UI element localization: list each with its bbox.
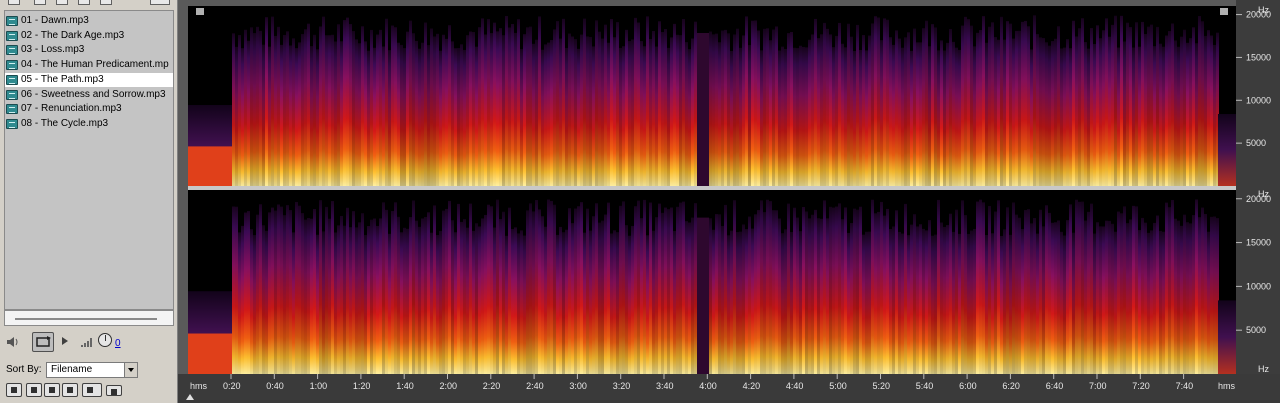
freq-tick-label: 10000	[1246, 281, 1271, 291]
time-tick-label: 3:20	[613, 381, 631, 391]
spectrogram-view[interactable]: Hz 20000 15000 10000 5000 Hz 20000 15000 10000 5…	[178, 0, 1280, 403]
list-item[interactable]: 08 - The Cycle.mp3	[5, 117, 173, 131]
freq-tick-label: 5000	[1246, 138, 1266, 148]
freq-tick-label: 10000	[1246, 95, 1271, 105]
list-scrollbar[interactable]	[4, 310, 174, 326]
audio-file-icon	[6, 60, 18, 71]
time-tick-label: 0:20	[223, 381, 241, 391]
time-tick-label: 6:20	[1002, 381, 1020, 391]
filter-icon[interactable]	[82, 383, 102, 397]
bottom-toolbar	[6, 383, 176, 399]
freq-tick-label: 15000	[1246, 238, 1271, 248]
sort-select[interactable]: Filename	[46, 362, 138, 378]
audio-file-icon	[6, 89, 18, 100]
freq-tick-label: 15000	[1246, 52, 1271, 62]
view-mode-icon[interactable]	[6, 383, 22, 397]
sort-row: Sort By: Filename	[4, 362, 174, 378]
file-name: 01 - Dawn.mp3	[21, 15, 89, 26]
time-tick-label: 6:00	[959, 381, 977, 391]
time-tick-label: 5:40	[916, 381, 934, 391]
file-browser-panel: 01 - Dawn.mp3 02 - The Dark Age.mp3 03 - L…	[0, 0, 178, 403]
time-tick-label: 1:00	[310, 381, 328, 391]
channel-left[interactable]	[188, 6, 1236, 187]
end-marker-icon[interactable]	[1220, 8, 1228, 15]
time-tick-label: 3:40	[656, 381, 674, 391]
list-item[interactable]: 06 - Sweetness and Sorrow.mp3	[5, 88, 173, 102]
file-list[interactable]: 01 - Dawn.mp3 02 - The Dark Age.mp3 03 - L…	[4, 10, 174, 310]
time-tick-label: 3:00	[569, 381, 587, 391]
list-item[interactable]: 01 - Dawn.mp3	[5, 14, 173, 28]
fullscreen-icon[interactable]	[44, 383, 60, 397]
sort-label: Sort By:	[6, 364, 42, 375]
audio-file-icon	[6, 74, 18, 85]
time-tick-label: 7:40	[1176, 381, 1194, 391]
time-tick-label: 1:40	[396, 381, 414, 391]
list-item[interactable]: 04 - The Human Predicament.mp	[5, 58, 173, 72]
audio-file-icon	[6, 30, 18, 41]
time-tick-label: 5:20	[873, 381, 891, 391]
music-note-icon[interactable]	[62, 383, 78, 397]
channel-left-spectrum	[188, 15, 1236, 187]
file-name: 02 - The Dark Age.mp3	[21, 29, 125, 41]
start-marker-icon[interactable]	[196, 8, 204, 15]
loop-button[interactable]	[32, 332, 54, 352]
chevron-down-icon[interactable]	[124, 363, 137, 377]
play-icon[interactable]	[62, 337, 68, 345]
time-unit-label: hms	[1218, 381, 1236, 391]
file-name: 05 - The Path.mp3	[21, 73, 104, 85]
refresh-list-icon[interactable]	[26, 383, 42, 397]
time-axis	[178, 374, 1280, 403]
list-item[interactable]: 05 - The Path.mp3	[5, 72, 173, 87]
audio-file-icon	[6, 118, 18, 129]
channel-divider[interactable]	[188, 186, 1236, 190]
speaker-icon[interactable]	[6, 336, 20, 348]
audio-file-icon	[6, 45, 18, 56]
scrollbar-track[interactable]	[15, 318, 157, 320]
audio-file-icon	[6, 16, 18, 26]
transport-controls: 0	[4, 330, 174, 356]
volume-value[interactable]: 0	[115, 338, 121, 349]
time-tick-label: 2:20	[483, 381, 501, 391]
time-tick-label: 2:00	[440, 381, 458, 391]
list-item[interactable]: 02 - The Dark Age.mp3	[5, 29, 173, 43]
channel-right[interactable]	[188, 190, 1236, 374]
freq-tick-label: 20000	[1246, 194, 1271, 204]
time-tick-label: 5:00	[829, 381, 847, 391]
close-file-icon[interactable]	[34, 0, 46, 5]
file-name: 07 - Renunciation.mp3	[21, 103, 122, 115]
loop-icon	[36, 336, 51, 347]
time-tick-label: 4:40	[786, 381, 804, 391]
time-unit-label: hms	[190, 381, 208, 391]
time-tick-label: 1:20	[353, 381, 371, 391]
file-toolbar	[4, 0, 174, 6]
panel-menu-button[interactable]	[150, 0, 170, 5]
spectrogram-canvas[interactable]: Hz2000015000100005000 Hz2000015000100005…	[178, 0, 1280, 403]
time-tick-label: 6:40	[1046, 381, 1064, 391]
properties-icon[interactable]	[78, 0, 90, 5]
file-name: 04 - The Human Predicament.mp	[21, 59, 169, 71]
audio-file-icon	[6, 104, 18, 115]
volume-knob-icon[interactable]	[98, 333, 112, 347]
file-name: 06 - Sweetness and Sorrow.mp3	[21, 88, 166, 100]
time-tick-label: 0:40	[266, 381, 284, 391]
time-tick-label: 4:20	[743, 381, 761, 391]
time-tick-label: 2:40	[526, 381, 544, 391]
refresh-icon[interactable]	[56, 0, 68, 5]
freq-unit-label: Hz	[1258, 364, 1269, 374]
list-item[interactable]: 03 - Loss.mp3	[5, 43, 173, 57]
time-tick-label: 7:00	[1089, 381, 1107, 391]
settings-icon[interactable]	[106, 385, 122, 396]
time-tick-label: 7:20	[1132, 381, 1150, 391]
sort-select-value: Filename	[51, 364, 93, 375]
volume-level-icon	[81, 338, 92, 347]
info-icon[interactable]	[100, 0, 112, 5]
list-item[interactable]: 07 - Renunciation.mp3	[5, 102, 173, 116]
freq-tick-label: 20000	[1246, 10, 1271, 20]
file-name: 03 - Loss.mp3	[21, 44, 85, 56]
open-file-icon[interactable]	[8, 0, 20, 5]
file-name: 08 - The Cycle.mp3	[21, 117, 109, 129]
freq-tick-label: 5000	[1246, 325, 1266, 335]
time-tick-label: 4:00	[699, 381, 717, 391]
